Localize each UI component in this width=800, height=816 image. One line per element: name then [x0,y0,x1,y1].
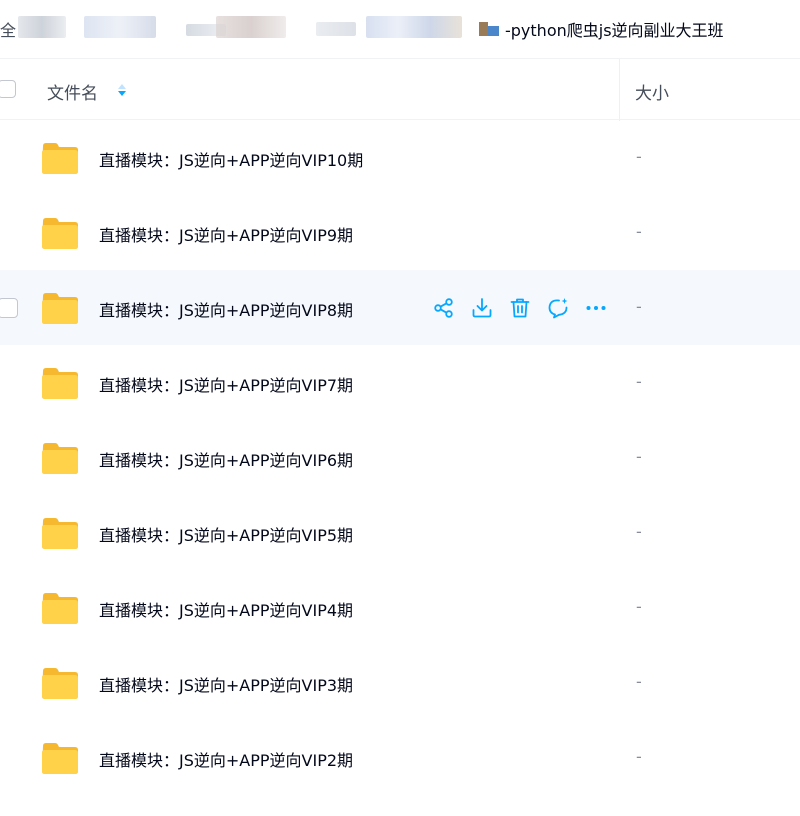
file-list: 直播模块：JS逆向+APP逆向VIP10期 - 直播模块：JS逆向+APP逆向V… [0,120,800,795]
folder-icon [42,293,78,324]
file-row[interactable]: 直播模块：JS逆向+APP逆向VIP6期 - [0,420,800,495]
row-actions [432,296,622,320]
list-header: 文件名 大小 [0,58,800,121]
file-name[interactable]: 直播模块：JS逆向+APP逆向VIP9期 [99,222,353,246]
file-name[interactable]: 直播模块：JS逆向+APP逆向VIP6期 [99,447,353,471]
folder-icon [42,518,78,549]
breadcrumb-folder-icon [479,22,499,36]
folder-icon [42,218,78,249]
folder-icon [42,143,78,174]
file-row[interactable]: 直播模块：JS逆向+APP逆向VIP5期 - [0,495,800,570]
folder-icon [42,368,78,399]
column-header-name[interactable]: 文件名 [47,79,98,104]
file-size: - [636,222,642,241]
blurred-crumb [366,16,462,38]
file-row[interactable]: 直播模块：JS逆向+APP逆向VIP4期 - [0,570,800,645]
file-name[interactable]: 直播模块：JS逆向+APP逆向VIP7期 [99,372,353,396]
select-all-checkbox[interactable] [0,80,16,98]
blurred-crumb [84,16,156,38]
delete-icon[interactable] [508,296,532,320]
more-icon[interactable] [584,296,608,320]
file-size: - [636,522,642,541]
file-size: - [636,297,642,316]
file-size: - [636,372,642,391]
file-row[interactable]: 直播模块：JS逆向+APP逆向VIP2期 - [0,720,800,795]
column-header-size[interactable]: 大小 [635,79,669,104]
file-name[interactable]: 直播模块：JS逆向+APP逆向VIP2期 [99,747,353,771]
file-list-page: 全 -python爬虫js逆向副业大王班 文件名 大小 直播模块：JS逆向+AP… [0,0,800,816]
file-row[interactable]: 直播模块：JS逆向+APP逆向VIP10期 - [0,120,800,195]
file-row[interactable]: 直播模块：JS逆向+APP逆向VIP7期 - [0,345,800,420]
file-row[interactable]: 直播模块：JS逆向+APP逆向VIP9期 - [0,195,800,270]
file-size: - [636,597,642,616]
breadcrumb-root[interactable]: 全 [0,17,16,41]
folder-icon [42,443,78,474]
file-row-hovered[interactable]: 直播模块：JS逆向+APP逆向VIP8期 - [0,270,800,345]
sort-icon[interactable] [117,82,127,98]
file-size: - [636,672,642,691]
share-icon[interactable] [432,296,456,320]
file-row[interactable]: 直播模块：JS逆向+APP逆向VIP3期 - [0,645,800,720]
download-icon[interactable] [470,296,494,320]
column-divider[interactable] [619,59,620,121]
file-name[interactable]: 直播模块：JS逆向+APP逆向VIP10期 [99,147,363,171]
ai-chat-icon[interactable] [546,296,570,320]
folder-icon [42,593,78,624]
breadcrumb: 全 -python爬虫js逆向副业大王班 [0,0,800,58]
folder-icon [42,668,78,699]
file-name[interactable]: 直播模块：JS逆向+APP逆向VIP3期 [99,672,353,696]
breadcrumb-current: -python爬虫js逆向副业大王班 [505,21,724,40]
blurred-crumb [316,22,356,36]
folder-icon [42,743,78,774]
row-checkbox[interactable] [0,298,18,318]
file-size: - [636,747,642,766]
file-size: - [636,447,642,466]
blurred-crumb [18,16,66,38]
file-name[interactable]: 直播模块：JS逆向+APP逆向VIP8期 [99,297,353,321]
blurred-crumb [216,16,286,38]
file-name[interactable]: 直播模块：JS逆向+APP逆向VIP5期 [99,522,353,546]
file-size: - [636,147,642,166]
file-name[interactable]: 直播模块：JS逆向+APP逆向VIP4期 [99,597,353,621]
